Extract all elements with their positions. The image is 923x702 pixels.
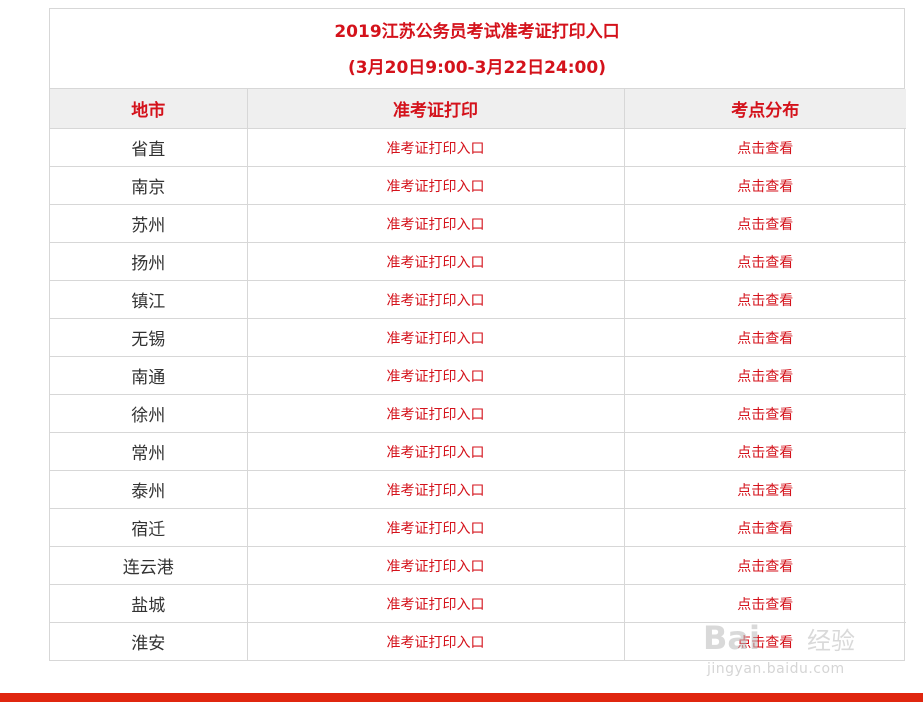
table-header-row: 地市 准考证打印 考点分布 <box>50 89 906 129</box>
print-entry-link[interactable]: 准考证打印入口 <box>247 356 625 395</box>
view-location-link[interactable]: 点击查看 <box>624 584 906 623</box>
print-entry-link[interactable]: 准考证打印入口 <box>247 204 625 243</box>
header-location: 考点分布 <box>624 89 906 129</box>
print-entry-link[interactable]: 准考证打印入口 <box>247 622 625 660</box>
city-name: 徐州 <box>50 394 248 433</box>
print-entry-link[interactable]: 准考证打印入口 <box>247 546 625 585</box>
header-print: 准考证打印 <box>247 89 625 129</box>
print-entry-link[interactable]: 准考证打印入口 <box>247 318 625 357</box>
watermark-url: jingyan.baidu.com <box>707 661 845 677</box>
view-location-link[interactable]: 点击查看 <box>624 394 906 433</box>
view-location-link[interactable]: 点击查看 <box>624 166 906 205</box>
city-name: 盐城 <box>50 584 248 623</box>
city-name: 南通 <box>50 356 248 395</box>
view-location-link[interactable]: 点击查看 <box>624 280 906 319</box>
city-name: 连云港 <box>50 546 248 585</box>
header-city: 地市 <box>50 89 248 129</box>
table-row: 南京 准考证打印入口 点击查看 <box>50 166 906 205</box>
city-name: 泰州 <box>50 470 248 509</box>
city-name: 宿迁 <box>50 508 248 547</box>
print-entry-link[interactable]: 准考证打印入口 <box>247 280 625 319</box>
admission-ticket-table: 2019江苏公务员考试准考证打印入口 (3月20日9:00-3月22日24:00… <box>49 8 906 661</box>
city-name: 常州 <box>50 432 248 471</box>
table-title-main: 2019江苏公务员考试准考证打印入口 <box>334 22 620 42</box>
cropped-text-strip <box>0 0 923 7</box>
table-row: 无锡 准考证打印入口 点击查看 <box>50 318 906 357</box>
print-entry-link[interactable]: 准考证打印入口 <box>247 394 625 433</box>
view-location-link[interactable]: 点击查看 <box>624 432 906 471</box>
view-location-link[interactable]: 点击查看 <box>624 508 906 547</box>
print-entry-link[interactable]: 准考证打印入口 <box>247 128 625 167</box>
footer-bar <box>0 693 923 702</box>
table-row: 苏州 准考证打印入口 点击查看 <box>50 204 906 243</box>
table-row: 泰州 准考证打印入口 点击查看 <box>50 470 906 509</box>
table-title: 2019江苏公务员考试准考证打印入口 (3月20日9:00-3月22日24:00… <box>50 9 904 89</box>
table-row: 扬州 准考证打印入口 点击查看 <box>50 242 906 281</box>
print-entry-link[interactable]: 准考证打印入口 <box>247 584 625 623</box>
city-name: 无锡 <box>50 318 248 357</box>
view-location-link[interactable]: 点击查看 <box>624 318 906 357</box>
city-name: 省直 <box>50 128 248 167</box>
print-entry-link[interactable]: 准考证打印入口 <box>247 432 625 471</box>
print-entry-link[interactable]: 准考证打印入口 <box>247 508 625 547</box>
print-entry-link[interactable]: 准考证打印入口 <box>247 470 625 509</box>
city-name: 淮安 <box>50 622 248 660</box>
table-row: 南通 准考证打印入口 点击查看 <box>50 356 906 395</box>
print-entry-link[interactable]: 准考证打印入口 <box>247 166 625 205</box>
table-row: 淮安 准考证打印入口 点击查看 <box>50 622 906 660</box>
table-row: 常州 准考证打印入口 点击查看 <box>50 432 906 471</box>
table-row: 镇江 准考证打印入口 点击查看 <box>50 280 906 319</box>
view-location-link[interactable]: 点击查看 <box>624 470 906 509</box>
city-name: 镇江 <box>50 280 248 319</box>
table-row: 宿迁 准考证打印入口 点击查看 <box>50 508 906 547</box>
table-row: 连云港 准考证打印入口 点击查看 <box>50 546 906 585</box>
table-title-dates: (3月20日9:00-3月22日24:00) <box>348 58 606 78</box>
city-table: 地市 准考证打印 考点分布 省直 准考证打印入口 点击查看 南京 准考证打印入口 点击查看… <box>50 89 906 660</box>
table-row: 省直 准考证打印入口 点击查看 <box>50 128 906 167</box>
view-location-link[interactable]: 点击查看 <box>624 356 906 395</box>
table-row: 徐州 准考证打印入口 点击查看 <box>50 394 906 433</box>
view-location-link[interactable]: 点击查看 <box>624 546 906 585</box>
view-location-link[interactable]: 点击查看 <box>624 242 906 281</box>
view-location-link[interactable]: 点击查看 <box>624 622 906 660</box>
view-location-link[interactable]: 点击查看 <box>624 204 906 243</box>
table-row: 盐城 准考证打印入口 点击查看 <box>50 584 906 623</box>
view-location-link[interactable]: 点击查看 <box>624 129 906 167</box>
city-name: 南京 <box>50 166 248 205</box>
city-name: 扬州 <box>50 242 248 281</box>
print-entry-link[interactable]: 准考证打印入口 <box>247 242 625 281</box>
city-name: 苏州 <box>50 204 248 243</box>
